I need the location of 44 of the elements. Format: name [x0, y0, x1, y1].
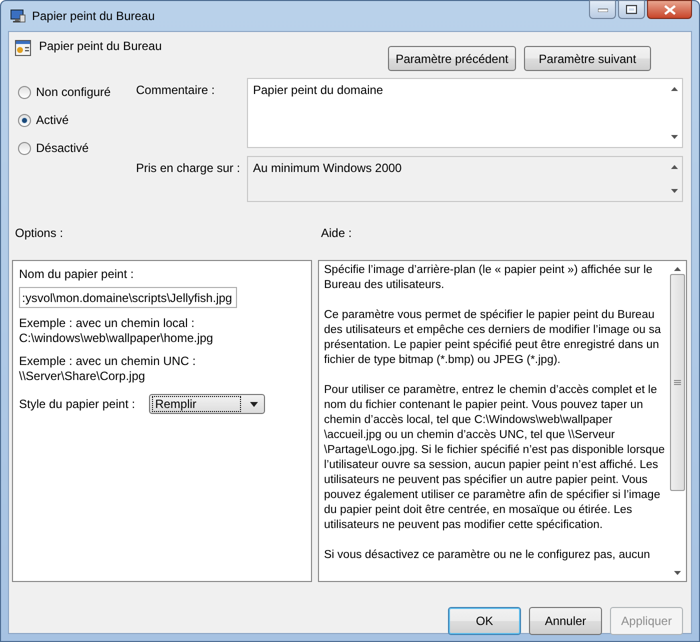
radio-button[interactable] [18, 142, 31, 154]
supported-on-label: Pris en charge sur : [136, 160, 242, 177]
help-paragraph: Pour utiliser ce paramètre, entrez le chemin d’accès complet et le nom du fichier contenant le papier peint. Vous pouvez taper un chemin d’accès local, tel que C:\Windows\web\wallpaper \accueil.jpg ou un chemin d’accès UNC, tel que \\Serveur \Partage\Logo.jpg. Si le fichier spécifié n’est pas disponible lorsque l’utilisateur ouvre sa session, aucun papier peint n’est affiché. Les utilisateurs ne peuvent pas spécifier un autre papier peint. Vous pouvez également utiliser ce paramètre afin de spécifier si l’image du papier peint doit être centrée, en mosaïque ou étirée. Les utilisateurs ne peuvent pas modifier cette spécification. [324, 383, 665, 533]
help-paragraph: Ce paramètre vous permet de spécifier le papier peint du Bureau des utilisateurs et empêche ces derniers de modifier l’image ou sa présentation. Le papier peint spécifié peut être enregistré dans un fichier de type bitmap (*.bmp) ou JPEG (*.jpg). [324, 308, 662, 368]
comment-field[interactable]: Papier peint du domaine [247, 78, 683, 148]
dialog-button[interactable]: OK [448, 607, 521, 635]
scroll-down-icon[interactable] [670, 189, 678, 193]
radio-option[interactable]: Désactivé [18, 140, 136, 156]
minimize-button[interactable] [589, 0, 616, 19]
help-paragraph: Spécifie l’image d’arrière-plan (le « papier peint ») affichée sur le Bureau des utilisateurs. [324, 263, 654, 293]
supported-on-field: Au minimum Windows 2000 [247, 156, 683, 202]
nav-button[interactable]: Paramètre précédent [388, 46, 516, 71]
maximize-button[interactable] [618, 0, 645, 19]
minimize-icon [598, 8, 608, 12]
maximize-icon [626, 5, 637, 14]
setting-title: Papier peint du Bureau [39, 39, 163, 53]
caret-icon [250, 402, 258, 406]
example-text: Exemple : avec un chemin local : C:\windows\web\wallpaper\home.jpg [19, 316, 214, 346]
dialog-button[interactable]: Annuler [529, 607, 602, 635]
wallpaper-name-label: Nom du papier peint : [19, 267, 135, 281]
monitor-icon [10, 9, 26, 23]
scroll-down-icon[interactable] [674, 571, 681, 575]
settings-window-icon [15, 40, 31, 56]
example-text: Exemple : avec un chemin UNC : \\Server\Share\Corp.jpg [19, 354, 197, 384]
radio-button[interactable] [18, 86, 31, 98]
help-paragraph: Si vous désactivez ce paramètre ou ne le configurez pas, aucun [324, 548, 652, 563]
grip-icon [674, 380, 681, 386]
close-button[interactable] [647, 0, 692, 19]
radio-option[interactable]: Non configuré [18, 84, 136, 100]
wallpaper-style-dropdown[interactable]: Remplir [149, 394, 266, 414]
window-title: Papier peint du Bureau [32, 9, 156, 23]
scroll-down-icon[interactable] [670, 135, 678, 139]
scroll-up-icon[interactable] [674, 267, 681, 271]
scroll-up-icon[interactable] [670, 165, 678, 169]
radio-option[interactable]: Activé [18, 112, 136, 128]
wallpaper-style-label: Style du papier peint : [19, 397, 136, 411]
nav-button[interactable]: Paramètre suivant [524, 46, 651, 71]
scroll-up-icon[interactable] [670, 87, 678, 91]
close-icon [664, 4, 676, 14]
wallpaper-name-field[interactable]: :ysvol\mon.domaine\scripts\Jellyfish.jpg [19, 287, 237, 308]
options-label: Options : [14, 226, 64, 242]
radio-button[interactable] [18, 114, 31, 126]
help-label: Aide : [320, 226, 353, 242]
comment-label: Commentaire : [136, 82, 216, 99]
